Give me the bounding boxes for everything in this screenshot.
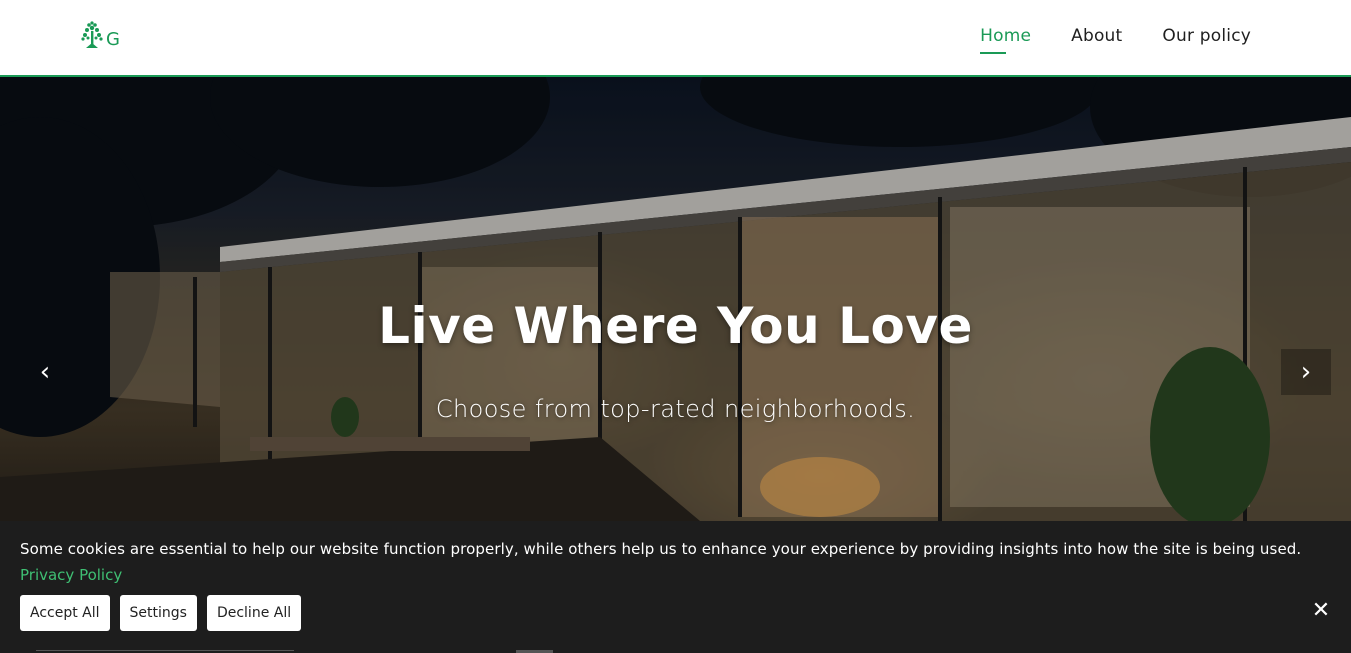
svg-text:G: G bbox=[106, 29, 120, 50]
nav-home-link[interactable]: Home bbox=[980, 26, 1031, 54]
site-header: G Home About Our policy bbox=[0, 0, 1351, 77]
privacy-policy-link[interactable]: Privacy Policy bbox=[20, 566, 122, 584]
decline-all-button[interactable]: Decline All bbox=[206, 595, 302, 631]
accept-all-button[interactable]: Accept All bbox=[20, 595, 110, 631]
carousel-prev-button[interactable]: ‹ bbox=[20, 349, 70, 395]
close-icon: ✕ bbox=[1311, 597, 1331, 623]
hero-carousel: Live Where You Love Choose from top-rate… bbox=[0, 77, 1351, 521]
hero-subtitle: Choose from top-rated neighborhoods. bbox=[435, 395, 916, 423]
main-nav: Home About Our policy bbox=[980, 0, 1251, 75]
cookie-message: Some cookies are essential to help our w… bbox=[20, 540, 1302, 558]
nav-policy-link[interactable]: Our policy bbox=[1162, 26, 1251, 50]
cookie-actions: Accept All Settings Decline All bbox=[20, 595, 302, 631]
nav-about-link[interactable]: About bbox=[1071, 26, 1122, 50]
tree-logo-icon: G bbox=[81, 21, 120, 50]
cookie-banner: Some cookies are essential to help our w… bbox=[0, 521, 1351, 653]
chevron-left-icon: ‹ bbox=[39, 357, 51, 387]
carousel-next-button[interactable]: › bbox=[1281, 349, 1331, 395]
underlying-divider bbox=[36, 650, 294, 651]
hero-title: Live Where You Love bbox=[378, 297, 973, 355]
chevron-right-icon: › bbox=[1300, 357, 1312, 387]
site-logo[interactable]: G bbox=[80, 19, 128, 53]
close-banner-button[interactable]: ✕ bbox=[1308, 597, 1334, 623]
settings-button[interactable]: Settings bbox=[119, 595, 197, 631]
